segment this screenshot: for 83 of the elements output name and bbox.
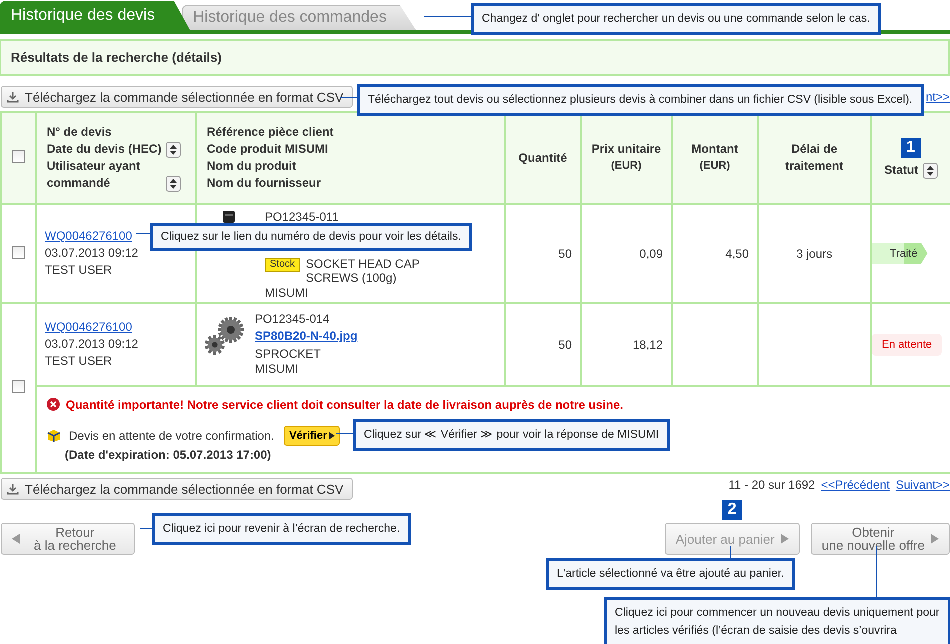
amount: 4,50 [726,246,749,260]
checkbox[interactable] [12,380,25,393]
status-badge: En attente [872,334,942,356]
user-name: TEST USER [45,262,114,279]
next-link[interactable]: nt>> [926,90,950,104]
part-reference: PO12345-014 [255,311,331,328]
column-header: Nom du fournisseur [207,175,322,192]
leader-line [140,528,153,529]
column-header: Code produit MISUMI [207,141,328,158]
unit-price: 18,12 [632,338,663,352]
verify-button[interactable]: Vérifier [284,426,340,446]
product-name: SOCKET HEAD CAP SCREWS (100g) [306,256,421,285]
sort-button[interactable] [922,162,938,178]
column-header: N° de devis [47,124,112,141]
next-link[interactable]: Suivant>> [896,478,950,492]
callout-note: Cliquez ici pour revenir à l’écran de recherche. [152,513,412,545]
checkbox[interactable] [12,150,25,163]
number-marker: 2 [722,500,742,520]
back-button[interactable]: Retour à la recherche [1,523,136,555]
column-header: Utilisateur ayant commandé [47,158,142,192]
unit-price: 0,09 [640,246,663,260]
product-code-link[interactable]: SP80B20-N-40.jpg [255,329,358,343]
callout-note: Cliquez sur ≪ Vérifier ≫ pour voir la réponse de MISUMI [353,419,670,451]
quantity: 50 [558,338,572,352]
status-badge: Traité [872,242,928,264]
leader-line [340,97,358,98]
page-range: 11 - 20 sur 1692 [728,478,816,492]
unit-label: (EUR) [698,159,732,174]
number-marker: 1 [901,138,921,158]
column-header: Montant [692,141,738,158]
csv-download-button[interactable]: Téléchargez la commande sélectionnée en format CSV [1,86,353,108]
quantity: 50 [558,246,572,260]
leader-line [730,546,731,559]
lead-time: 3 jours [796,246,833,260]
sort-icon [926,166,934,176]
column-header: Nom du produit [207,158,296,175]
right-arrow-icon [329,432,336,440]
leader-line [424,16,472,17]
supplier-name: MISUMI [255,361,300,378]
sort-icon [170,145,177,155]
part-reference: PO12345-011 [265,209,340,226]
column-header: Prix unitaire [592,141,662,158]
sort-button[interactable] [166,142,181,158]
callout-note: Cliquez ici pour commencer un nouveau devis uniquement pour les articles vérifiés (l’écran de saisie des devis s’ouvrira [604,597,950,644]
checkbox[interactable] [12,246,25,258]
stock-badge: Stock [265,258,300,272]
expiry-date: (Date d'expiration: 05.07.2013 17:00) [65,448,272,462]
sort-icon [170,179,177,189]
tab[interactable]: Historique des devis [0,1,190,30]
column-header: Statut [884,162,918,178]
new-offer-button[interactable]: Obtenir une nouvelle offre [810,523,950,555]
pending-message: Devis en attente de votre confirmation. [69,428,274,442]
right-arrow-icon [931,534,939,544]
column-header: Délai de traitement [784,141,844,175]
error-icon [47,398,60,411]
right-arrow-icon [780,534,789,544]
quote-number-link[interactable]: WQ0046276100 [45,320,132,334]
quote-date: 03.07.2013 09:12 [45,245,140,262]
column-header: Quantité [518,150,568,166]
previous-link[interactable]: <<Précédent [821,478,890,492]
left-arrow-icon [12,534,20,544]
box-icon [47,428,61,442]
leader-line [876,546,877,598]
callout-note: Changez d' onglet pour rechercher un devis ou une commande selon le cas. [471,3,882,35]
callout-note: Téléchargez tout devis ou sélectionnez plusieurs devis à combiner dans un fichier CSV (lisible sous Excel). [357,84,924,116]
quote-number-link[interactable]: WQ0046276100 [45,229,132,243]
download-icon [7,483,19,495]
section-title: Résultats de la recherche (détails) [0,39,950,76]
column-header: Référence pièce client [207,124,334,141]
quote-date: 03.07.2013 09:12 [45,336,140,353]
supplier-name: MISUMI [265,285,310,302]
callout-note: L'article sélectionné va être ajouté au panier. [546,558,796,590]
leader-line [336,433,354,434]
column-header: Date du devis (HEC) [47,141,162,158]
csv-download-button[interactable]: Téléchargez la commande sélectionnée en format CSV [1,478,353,500]
warning-message: Quantité importante! Notre service client doit consulter la date de livraison auprès de notre usine. [66,398,624,412]
sort-button[interactable] [166,176,181,192]
unit-label: (EUR) [610,159,643,174]
download-icon [7,91,19,103]
user-name: TEST USER [45,353,114,370]
product-name: SPROCKET [255,346,322,361]
leader-line [136,233,151,234]
callout-note: Cliquez sur le lien du numéro de devis pour voir les détails. [150,223,472,251]
